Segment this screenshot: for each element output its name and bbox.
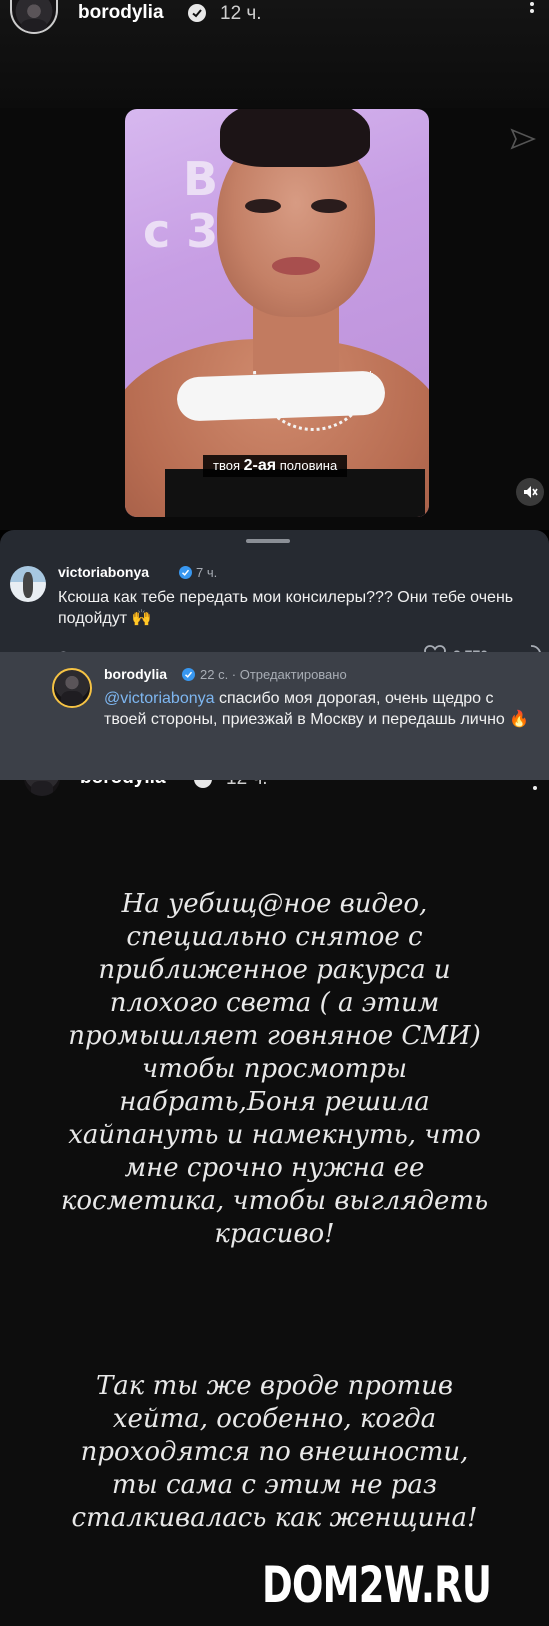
- video-person-eye-right: [311, 199, 347, 213]
- more-vertical-icon[interactable]: [533, 786, 537, 790]
- video-person-eye-left: [245, 199, 281, 213]
- more-vertical-icon[interactable]: [530, 2, 536, 16]
- reply-text: @victoriabonya спасибо моя дорогая, очен…: [104, 688, 534, 730]
- reply-timestamp: 22 с. · Отредактировано: [200, 667, 347, 682]
- sheet-drag-handle[interactable]: [246, 539, 290, 543]
- replier-username[interactable]: borodylia: [104, 666, 167, 682]
- caption-pre: твоя: [213, 458, 244, 473]
- reply-item: borodylia 22 с. · Отредактировано @victo…: [0, 652, 549, 780]
- story-header: borodylia 12 ч.: [0, 0, 549, 108]
- story-text-paragraph-2: Так ты же вроде против хейта, особенно, …: [71, 1371, 478, 1533]
- story-2-header: borodylia 12 ч.: [0, 780, 549, 798]
- comments-sheet: victoriabonya 7 ч. Ксюша как тебе переда…: [0, 530, 549, 780]
- comment-timestamp: 7 ч.: [196, 565, 218, 580]
- verified-badge-icon: [194, 780, 212, 788]
- story-author-avatar[interactable]: [10, 0, 58, 34]
- story-timestamp: 12 ч.: [220, 3, 262, 24]
- video-person-hair: [220, 109, 370, 167]
- story-2: borodylia 12 ч. На уебищ@ное видео, спец…: [0, 780, 549, 1626]
- verified-badge-icon: [179, 566, 192, 579]
- replier-avatar[interactable]: [52, 668, 92, 708]
- video-person-lips: [272, 257, 320, 275]
- story-1: borodylia 12 ч. B c 30 твоя 2-ая половин…: [0, 0, 549, 530]
- story-2-author-username[interactable]: borodylia: [80, 780, 166, 789]
- video-caption: твоя 2-ая половина: [203, 455, 348, 477]
- site-watermark: DOM2W.RU: [262, 1556, 492, 1614]
- story-2-timestamp: 12 ч.: [226, 780, 268, 790]
- share-icon[interactable]: [510, 128, 536, 150]
- story-author-username[interactable]: borodylia: [78, 2, 164, 24]
- commenter-username[interactable]: victoriabonya: [58, 564, 149, 580]
- story-2-author-avatar[interactable]: [24, 780, 60, 796]
- mute-icon: [524, 486, 538, 498]
- comment-text: Ксюша как тебе передать мои консилеры???…: [58, 589, 514, 627]
- censor-scribble: [176, 370, 386, 422]
- commenter-avatar[interactable]: [10, 566, 46, 602]
- caption-post: половина: [276, 458, 338, 473]
- reply-mention-link[interactable]: @victoriabonya: [104, 690, 215, 707]
- caption-emphasis: 2-ая: [243, 457, 277, 474]
- story-text-paragraph-1: На уебищ@ное видео, специально снятое с …: [60, 889, 489, 1249]
- verified-badge-icon: [188, 4, 206, 22]
- mute-button[interactable]: [516, 478, 544, 506]
- verified-badge-icon: [182, 668, 195, 681]
- reposted-video[interactable]: B c 30 твоя 2-ая половина: [125, 109, 429, 517]
